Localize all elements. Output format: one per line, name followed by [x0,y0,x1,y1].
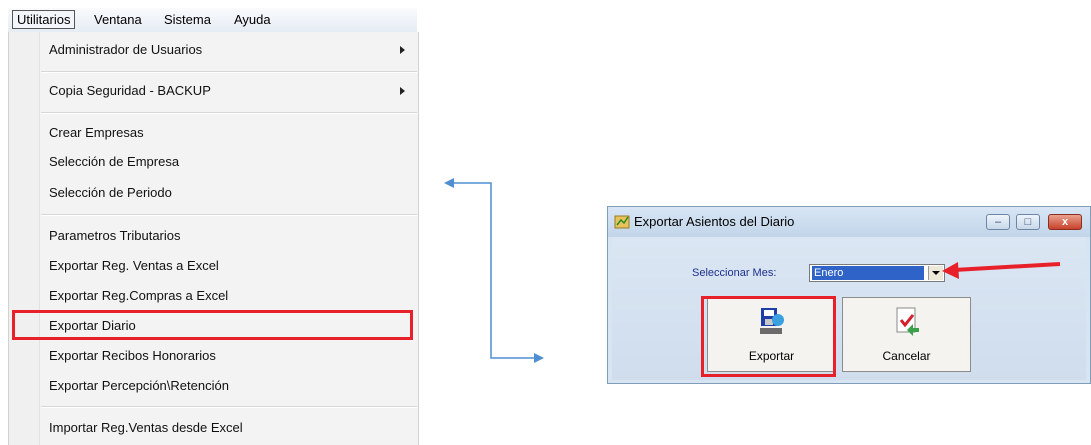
dialog-titlebar[interactable]: Exportar Asientos del Diario – □ x [608,207,1090,237]
menu-separator [41,406,417,408]
menu-bar: Utilitarios Ventana Sistema Ayuda [8,8,417,33]
menu-separator [41,112,417,114]
menu-item-exportar-compras[interactable]: Exportar Reg.Compras a Excel [49,285,228,307]
menu-item-seleccion-periodo[interactable]: Selección de Periodo [49,182,172,204]
dialog-title: Exportar Asientos del Diario [634,214,795,229]
exportar-diario-highlight [12,310,413,340]
menu-item-exportar-percepcion[interactable]: Exportar Percepción\Retención [49,375,229,397]
close-button[interactable]: x [1048,214,1082,230]
mes-label: Seleccionar Mes: [692,267,777,279]
chevron-right-icon [400,46,405,54]
menu-item-parametros-tributarios[interactable]: Parametros Tributarios [49,225,181,247]
menu-icon-gutter [9,32,40,445]
menu-separator [41,71,417,73]
red-pointer-arrow [942,262,1061,279]
close-icon: x [1061,216,1069,228]
menu-item-importar-ventas[interactable]: Importar Reg.Ventas desde Excel [49,417,243,439]
menu-item-seleccion-empresa[interactable]: Selección de Empresa [49,151,179,173]
mes-selected-value: Enero [812,266,924,280]
cancelar-button[interactable]: Cancelar [842,297,971,372]
utilitarios-dropdown: Administrador de Usuarios Copia Segurida… [8,32,419,445]
exportar-highlight [701,296,836,377]
maximize-icon: □ [1024,216,1032,228]
menu-item-crear-empresas[interactable]: Crear Empresas [49,122,144,144]
cancelar-label: Cancelar [882,349,931,363]
menu-item-exportar-recibos[interactable]: Exportar Recibos Honorarios [49,345,216,367]
mes-select[interactable]: Enero [809,264,945,282]
menu-item-administrador-usuarios[interactable]: Administrador de Usuarios [49,39,202,61]
menu-separator [41,214,417,216]
menu-ayuda[interactable]: Ayuda [230,11,275,28]
menu-item-copia-seguridad[interactable]: Copia Seguridad - BACKUP [49,80,211,102]
menu-item-exportar-ventas[interactable]: Exportar Reg. Ventas a Excel [49,255,219,277]
menu-utilitarios[interactable]: Utilitarios [12,10,76,29]
chevron-right-icon [400,87,405,95]
menu-ventana[interactable]: Ventana [90,11,146,28]
maximize-button[interactable]: □ [1016,214,1040,230]
cancel-icon [896,307,919,336]
app-icon [614,215,630,229]
minimize-button[interactable]: – [986,214,1010,230]
minimize-icon: – [994,216,1002,228]
export-dialog: Exportar Asientos del Diario – □ x Selec… [607,206,1091,384]
connector-arrow [444,178,544,363]
menu-sistema[interactable]: Sistema [160,11,215,28]
